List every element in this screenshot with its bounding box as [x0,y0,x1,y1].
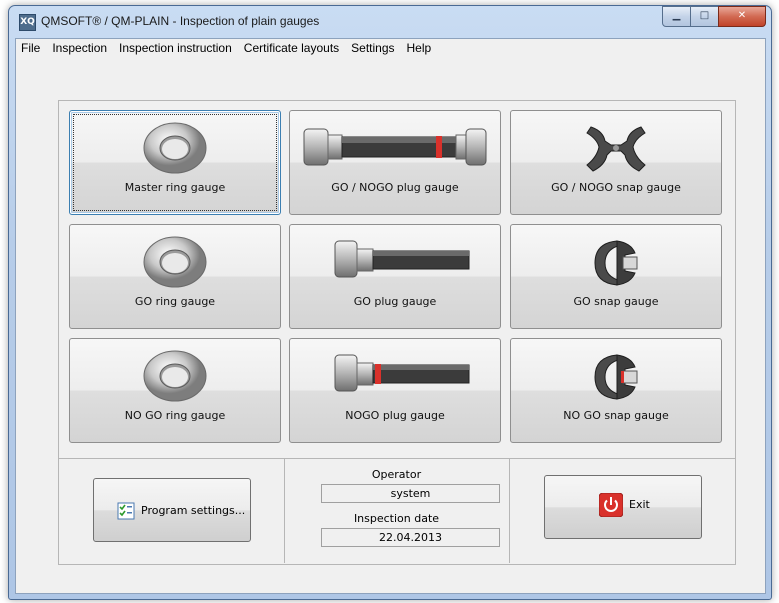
ring-icon [70,349,280,402]
gauge-label: Master ring gauge [124,181,226,194]
master-ring-gauge-button[interactable]: Master ring gauge [69,110,281,215]
exit-button[interactable]: Exit [544,475,702,539]
gauge-label: NO GO ring gauge [124,409,226,422]
go-nogo-plug-gauge-button[interactable]: GO / NOGO plug gauge [289,110,501,215]
gauge-label: NO GO snap gauge [563,409,669,422]
gauge-label: GO ring gauge [134,295,216,308]
plug-red-icon [290,349,500,401]
ring-icon [70,235,280,288]
main-window: XQ QMSOFT® / QM-PLAIN - Inspection of pl… [8,5,772,600]
caption-buttons: ▁ □ ✕ [662,6,766,27]
menu-settings[interactable]: Settings [345,39,400,58]
program-settings-label: Program settings... [141,504,246,517]
snap-icon [511,235,721,287]
nogo-plug-gauge-button[interactable]: NOGO plug gauge [289,338,501,443]
snap-icon [511,349,721,401]
app-icon: XQ [19,14,36,31]
maximize-button[interactable]: □ [690,6,719,27]
menu-help[interactable]: Help [401,39,438,58]
nogo-ring-gauge-button[interactable]: NO GO ring gauge [69,338,281,443]
window-title: QMSOFT® / QM-PLAIN - Inspection of plain… [41,14,320,28]
go-nogo-snap-gauge-button[interactable]: GO / NOGO snap gauge [510,110,722,215]
inspection-date-label: Inspection date [353,512,440,525]
divider [509,458,510,563]
gauge-label: GO snap gauge [573,295,659,308]
go-plug-gauge-button[interactable]: GO plug gauge [289,224,501,329]
gauge-label: GO plug gauge [353,295,437,308]
double-plug-icon [290,121,500,173]
title-bar[interactable]: XQ QMSOFT® / QM-PLAIN - Inspection of pl… [9,6,771,38]
menu-bar: File Inspection Inspection instruction C… [16,39,765,58]
gauge-label: GO / NOGO snap gauge [551,181,681,194]
ring-icon [70,121,280,174]
snap-double-icon [511,121,721,173]
close-button[interactable]: ✕ [718,6,766,27]
menu-file[interactable]: File [16,39,46,58]
go-ring-gauge-button[interactable]: GO ring gauge [69,224,281,329]
power-icon [598,492,624,518]
menu-inspection-instruction[interactable]: Inspection instruction [113,39,238,58]
program-settings-button[interactable]: Program settings... [93,478,251,542]
operator-field: system [321,484,500,503]
menu-certificate-layouts[interactable]: Certificate layouts [238,39,345,58]
exit-label: Exit [629,498,650,511]
go-snap-gauge-button[interactable]: GO snap gauge [510,224,722,329]
operator-label: Operator [371,468,422,481]
inspection-date-field: 22.04.2013 [321,528,500,547]
client-area: File Inspection Inspection instruction C… [15,38,766,594]
gauge-selection-panel: Master ring gauge GO / NOGO plug gauge G… [58,100,736,565]
plug-icon [290,235,500,287]
checklist-icon [117,502,135,520]
nogo-snap-gauge-button[interactable]: NO GO snap gauge [510,338,722,443]
minimize-button[interactable]: ▁ [662,6,691,27]
gauge-label: NOGO plug gauge [345,409,445,422]
gauge-label: GO / NOGO plug gauge [331,181,459,194]
menu-inspection[interactable]: Inspection [46,39,113,58]
